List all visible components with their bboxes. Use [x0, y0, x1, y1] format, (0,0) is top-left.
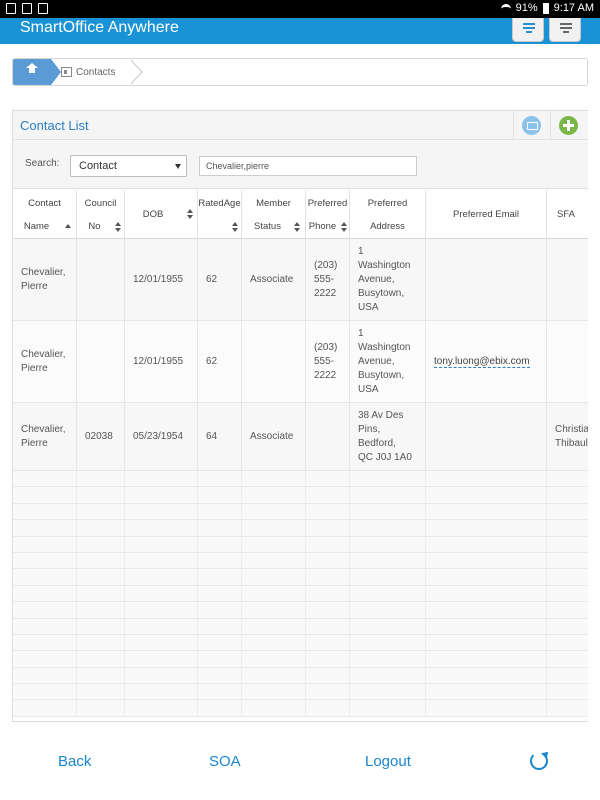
logout-button[interactable]: Logout: [365, 753, 411, 770]
empty-row: [13, 585, 588, 603]
empty-row: [13, 552, 588, 570]
empty-row: [13, 602, 588, 619]
soa-button[interactable]: SOA: [209, 753, 241, 770]
table-row[interactable]: Chevalier, Pierre 12/01/1955 62 (203) 555-…: [13, 321, 588, 403]
search-label: Search:: [25, 158, 60, 169]
clock: 9:17 AM: [553, 2, 594, 14]
empty-row: [13, 520, 588, 537]
header-sfa[interactable]: SFA: [547, 190, 588, 239]
app-icon: [38, 3, 48, 14]
home-icon: [26, 63, 38, 76]
profile-menu-icon: [560, 23, 572, 35]
empty-row: [13, 569, 588, 586]
contact-list-panel: Contact List Search: Contact Contact Nam…: [12, 110, 588, 722]
empty-row: [13, 487, 588, 504]
sort-icon: [341, 222, 347, 232]
breadcrumb-home[interactable]: [13, 59, 61, 85]
back-button[interactable]: Back: [58, 753, 91, 770]
header-preferred-phone[interactable]: Preferred Phone: [306, 190, 350, 239]
battery-icon: [542, 2, 549, 14]
sort-icon: [187, 209, 193, 219]
table-row[interactable]: Chevalier, Pierre 02038 05/23/1954 64 Ass…: [13, 403, 588, 471]
plus-icon: [559, 116, 578, 135]
add-contact-button[interactable]: [550, 111, 586, 140]
chevron-down-icon: [175, 164, 181, 169]
battery-level: 91%: [515, 2, 538, 14]
notification-icons: [6, 3, 48, 14]
empty-row: [13, 667, 588, 685]
contacts-table: Contact Name Council No DOB RatedAge Mem…: [13, 190, 588, 717]
table-header: Contact Name Council No DOB RatedAge Mem…: [13, 190, 588, 239]
breadcrumb-separator: [130, 59, 143, 85]
profile-menu-button[interactable]: [549, 18, 581, 42]
table-row[interactable]: Chevalier, Pierre 12/01/1955 62 Associate…: [13, 239, 588, 321]
header-preferred-address[interactable]: Preferred Address: [350, 190, 426, 239]
header-member-status[interactable]: Member Status: [242, 190, 306, 239]
search-type-value: Contact: [79, 160, 117, 172]
search-input[interactable]: [199, 156, 417, 176]
search-type-select[interactable]: Contact: [70, 155, 187, 177]
bottom-nav: Back SOA Logout: [0, 722, 600, 800]
empty-row: [13, 634, 588, 652]
empty-row: [13, 684, 588, 701]
empty-row: [13, 471, 588, 488]
menu-button[interactable]: [512, 18, 544, 42]
contacts-icon: [61, 67, 72, 77]
notification-icon: [22, 3, 32, 14]
print-icon: [522, 116, 541, 135]
breadcrumb-label: Contacts: [76, 66, 116, 78]
breadcrumb-contacts[interactable]: Contacts: [61, 59, 115, 85]
panel-header: Contact List: [13, 111, 588, 140]
sort-icon: [115, 222, 121, 232]
status-bar: 91% 9:17 AM: [0, 0, 600, 18]
menu-icon: [523, 23, 535, 35]
refresh-icon[interactable]: [530, 752, 548, 770]
empty-row: [13, 536, 588, 553]
app-title: SmartOffice Anywhere: [20, 19, 179, 36]
search-row: Search: Contact: [13, 140, 588, 189]
wifi-icon: [500, 4, 511, 12]
empty-row: [13, 651, 588, 668]
email-link[interactable]: tony.luong@ebix.com: [434, 356, 530, 368]
empty-row: [13, 503, 588, 521]
breadcrumb: Contacts: [12, 58, 588, 86]
header-dob[interactable]: DOB: [125, 190, 198, 239]
empty-row: [13, 618, 588, 635]
panel-title: Contact List: [20, 118, 89, 133]
gallery-icon: [6, 3, 16, 14]
header-contact-name[interactable]: Contact Name: [13, 190, 77, 239]
app-header: SmartOffice Anywhere: [0, 18, 600, 44]
empty-rows: [13, 471, 588, 717]
print-button[interactable]: [513, 111, 549, 140]
header-preferred-email[interactable]: Preferred Email: [426, 190, 547, 239]
sort-icon: [294, 222, 300, 232]
empty-row: [13, 700, 588, 717]
